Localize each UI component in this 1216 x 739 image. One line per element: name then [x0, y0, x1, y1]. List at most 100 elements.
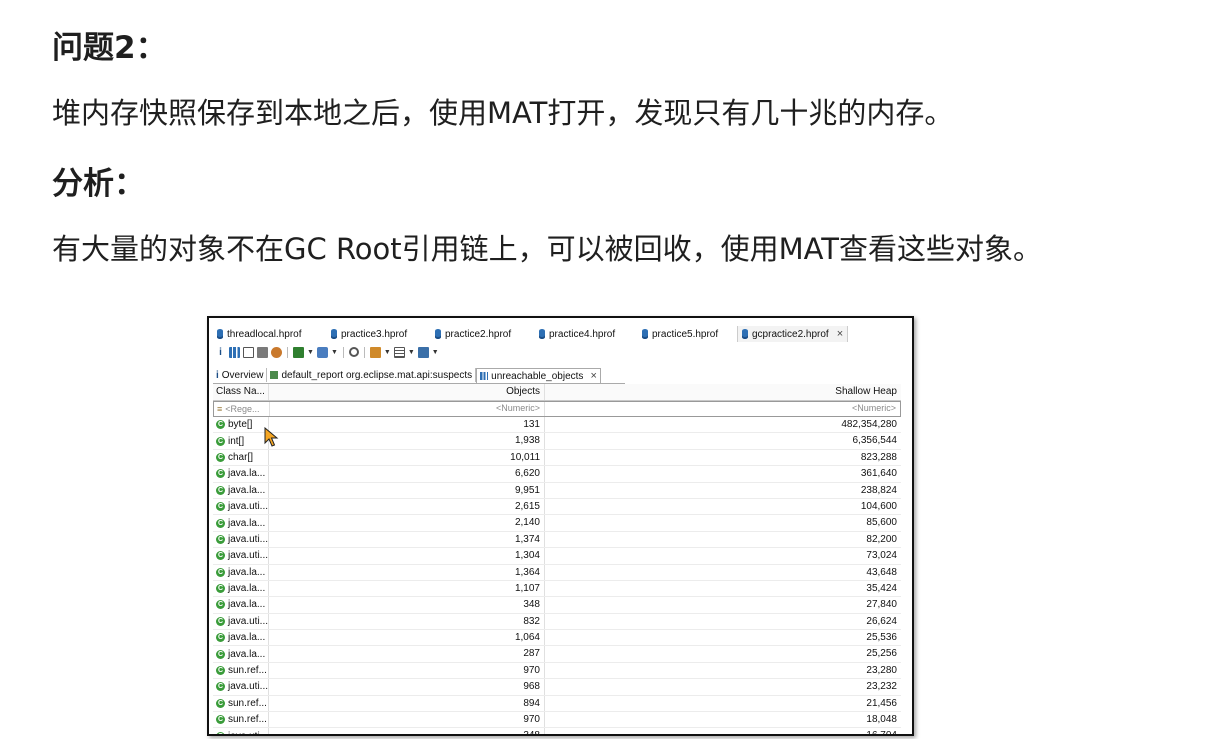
class-name-filter[interactable]: ≡ <Rege... — [214, 402, 270, 416]
class-icon: C — [216, 600, 225, 610]
table-row[interactable]: Cchar[] 10,011 823,288 — [213, 449, 901, 467]
table-row[interactable]: Cint[] 1,938 6,356,544 — [213, 433, 901, 450]
info-icon[interactable]: i — [215, 347, 226, 358]
file-tab-label: practice5.hprof — [652, 328, 719, 340]
class-name-text: char[] — [228, 451, 254, 463]
table-row[interactable]: Cjava.la... 1,064 25,536 — [213, 630, 901, 647]
table-row[interactable]: Csun.ref... 894 21,456 — [213, 695, 901, 713]
query-browser-icon[interactable] — [316, 346, 328, 358]
objects-cell: 970 — [269, 662, 545, 679]
class-icon: C — [216, 682, 225, 692]
class-name-text: java.uti... — [228, 729, 268, 734]
table-row[interactable]: Cjava.la... 6,620 361,640 — [213, 466, 901, 483]
close-tab-icon[interactable]: × — [837, 328, 843, 340]
sub-tab-label: unreachable_objects — [491, 370, 584, 382]
objects-cell: 968 — [269, 679, 545, 695]
table-row[interactable]: Cjava.uti... 968 23,232 — [213, 679, 901, 696]
sub-tab-overview[interactable]: i Overview — [213, 368, 268, 382]
column-header-shallow-heap[interactable]: Shallow Heap — [545, 384, 901, 400]
table-row[interactable]: Cjava.la... 2,140 85,600 — [213, 515, 901, 532]
chevron-down-icon[interactable]: ▼ — [331, 349, 338, 356]
table-row[interactable]: Cjava.la... 1,107 35,424 — [213, 580, 901, 598]
search-icon[interactable] — [348, 347, 359, 357]
class-name-text: sun.ref... — [228, 697, 267, 709]
table-row[interactable]: Cjava.la... 287 25,256 — [213, 646, 901, 663]
table-row[interactable]: Cjava.la... 348 27,840 — [213, 597, 901, 614]
class-name-cell: Cjava.la... — [213, 580, 269, 597]
class-name-text: sun.ref... — [228, 665, 267, 677]
class-name-cell: Cjava.la... — [213, 466, 269, 482]
class-icon: C — [216, 502, 225, 512]
chevron-down-icon[interactable]: ▼ — [307, 349, 314, 356]
class-icon: C — [216, 436, 225, 446]
histogram-icon[interactable] — [229, 346, 240, 358]
table-row[interactable]: Csun.ref... 970 18,048 — [213, 712, 901, 729]
file-tab-threadlocal[interactable]: threadlocal.hprof — [217, 326, 302, 342]
table-row[interactable]: Cjava.uti...348 16,704 — [213, 728, 901, 736]
toolbar-separator — [363, 346, 365, 358]
file-tab-practice4[interactable]: practice4.hprof — [539, 326, 615, 342]
dominator-tree-icon[interactable] — [243, 346, 254, 358]
close-tab-icon[interactable]: × — [590, 370, 596, 382]
table-row[interactable]: Cjava.la... 1,364 43,648 — [213, 564, 901, 581]
class-icon: C — [216, 452, 225, 462]
file-tab-practice5[interactable]: practice5.hprof — [642, 326, 718, 342]
heap-dump-icon — [742, 329, 748, 339]
slide-heading-problem: 问题2： — [52, 30, 167, 66]
sub-tab-unreachable-objects[interactable]: unreachable_objects × — [476, 368, 601, 383]
class-icon: C — [216, 518, 225, 528]
shallow-heap-cell: 25,536 — [866, 632, 897, 644]
class-icon: C — [216, 616, 225, 626]
table-row[interactable]: Cjava.uti... 832 26,624 — [213, 613, 901, 631]
table-row[interactable]: Cjava.uti... 2,615 104,600 — [213, 498, 901, 516]
class-name-text: java.uti... — [228, 501, 269, 513]
objects-filter[interactable]: <Numeric> — [270, 402, 546, 416]
oql-icon[interactable] — [257, 346, 268, 358]
class-name-cell: Cchar[] — [213, 449, 269, 466]
class-name-cell: Cjava.la... — [213, 597, 269, 613]
file-tab-gcpractice2[interactable]: gcpractice2.hprof × — [737, 326, 849, 342]
file-tab-practice2[interactable]: practice2.hprof — [435, 326, 511, 342]
file-tab-label: practice3.hprof — [341, 328, 408, 340]
run-report-icon[interactable] — [293, 346, 304, 358]
table-row[interactable]: Cjava.la... 9,951 238,824 — [213, 482, 901, 499]
class-name-text: java.uti... — [228, 615, 269, 627]
objects-cell: 1,938 — [269, 433, 545, 449]
chevron-down-icon[interactable]: ▼ — [384, 349, 391, 356]
class-icon: C — [216, 469, 225, 479]
class-name-cell: Cbyte[] — [213, 417, 269, 433]
objects-cell: 9,951 — [269, 482, 545, 498]
heap-dump-icon — [435, 329, 441, 339]
thread-overview-icon[interactable] — [271, 346, 282, 358]
class-name-text: java.uti... — [228, 533, 269, 545]
table-row[interactable]: Cjava.uti... 1,374 82,200 — [213, 531, 901, 549]
column-header-class-name[interactable]: Class Na... — [213, 384, 269, 400]
columns-icon[interactable] — [393, 346, 405, 358]
objects-cell: 1,064 — [269, 630, 545, 646]
class-name-text: java.la... — [228, 583, 266, 595]
heap-dump-icon — [642, 329, 648, 339]
objects-cell: 6,620 — [269, 466, 545, 482]
class-name-cell: Cjava.la... — [213, 482, 269, 498]
shallow-heap-filter[interactable]: <Numeric> — [545, 402, 900, 416]
export-icon[interactable] — [417, 346, 429, 358]
class-name-cell: Cjava.uti... — [213, 679, 269, 695]
column-header-objects[interactable]: Objects — [269, 384, 545, 400]
sub-tab-default-report[interactable]: default_report org.eclipse.mat.api:suspe… — [267, 368, 477, 382]
chevron-down-icon[interactable]: ▼ — [432, 349, 439, 356]
class-icon: C — [216, 731, 225, 734]
objects-cell: 894 — [269, 695, 545, 712]
class-name-cell: Cjava.uti... — [213, 548, 269, 564]
table-row[interactable]: Cbyte[] 131 482,354,280 — [213, 417, 901, 434]
shallow-heap-cell: 16,704 — [866, 730, 897, 736]
chevron-down-icon[interactable]: ▼ — [408, 349, 415, 356]
table-row[interactable]: Csun.ref... 970 23,280 — [213, 662, 901, 680]
class-icon: C — [216, 567, 225, 577]
table-row[interactable]: Cjava.uti... 1,304 73,024 — [213, 548, 901, 565]
shallow-heap-cell: 25,256 — [866, 648, 897, 660]
shallow-heap-cell: 21,456 — [866, 697, 897, 709]
objects-cell: 2,615 — [269, 498, 545, 515]
file-tab-practice3[interactable]: practice3.hprof — [331, 326, 407, 342]
group-by-icon[interactable] — [369, 346, 381, 358]
class-name-text: byte[] — [228, 419, 253, 431]
